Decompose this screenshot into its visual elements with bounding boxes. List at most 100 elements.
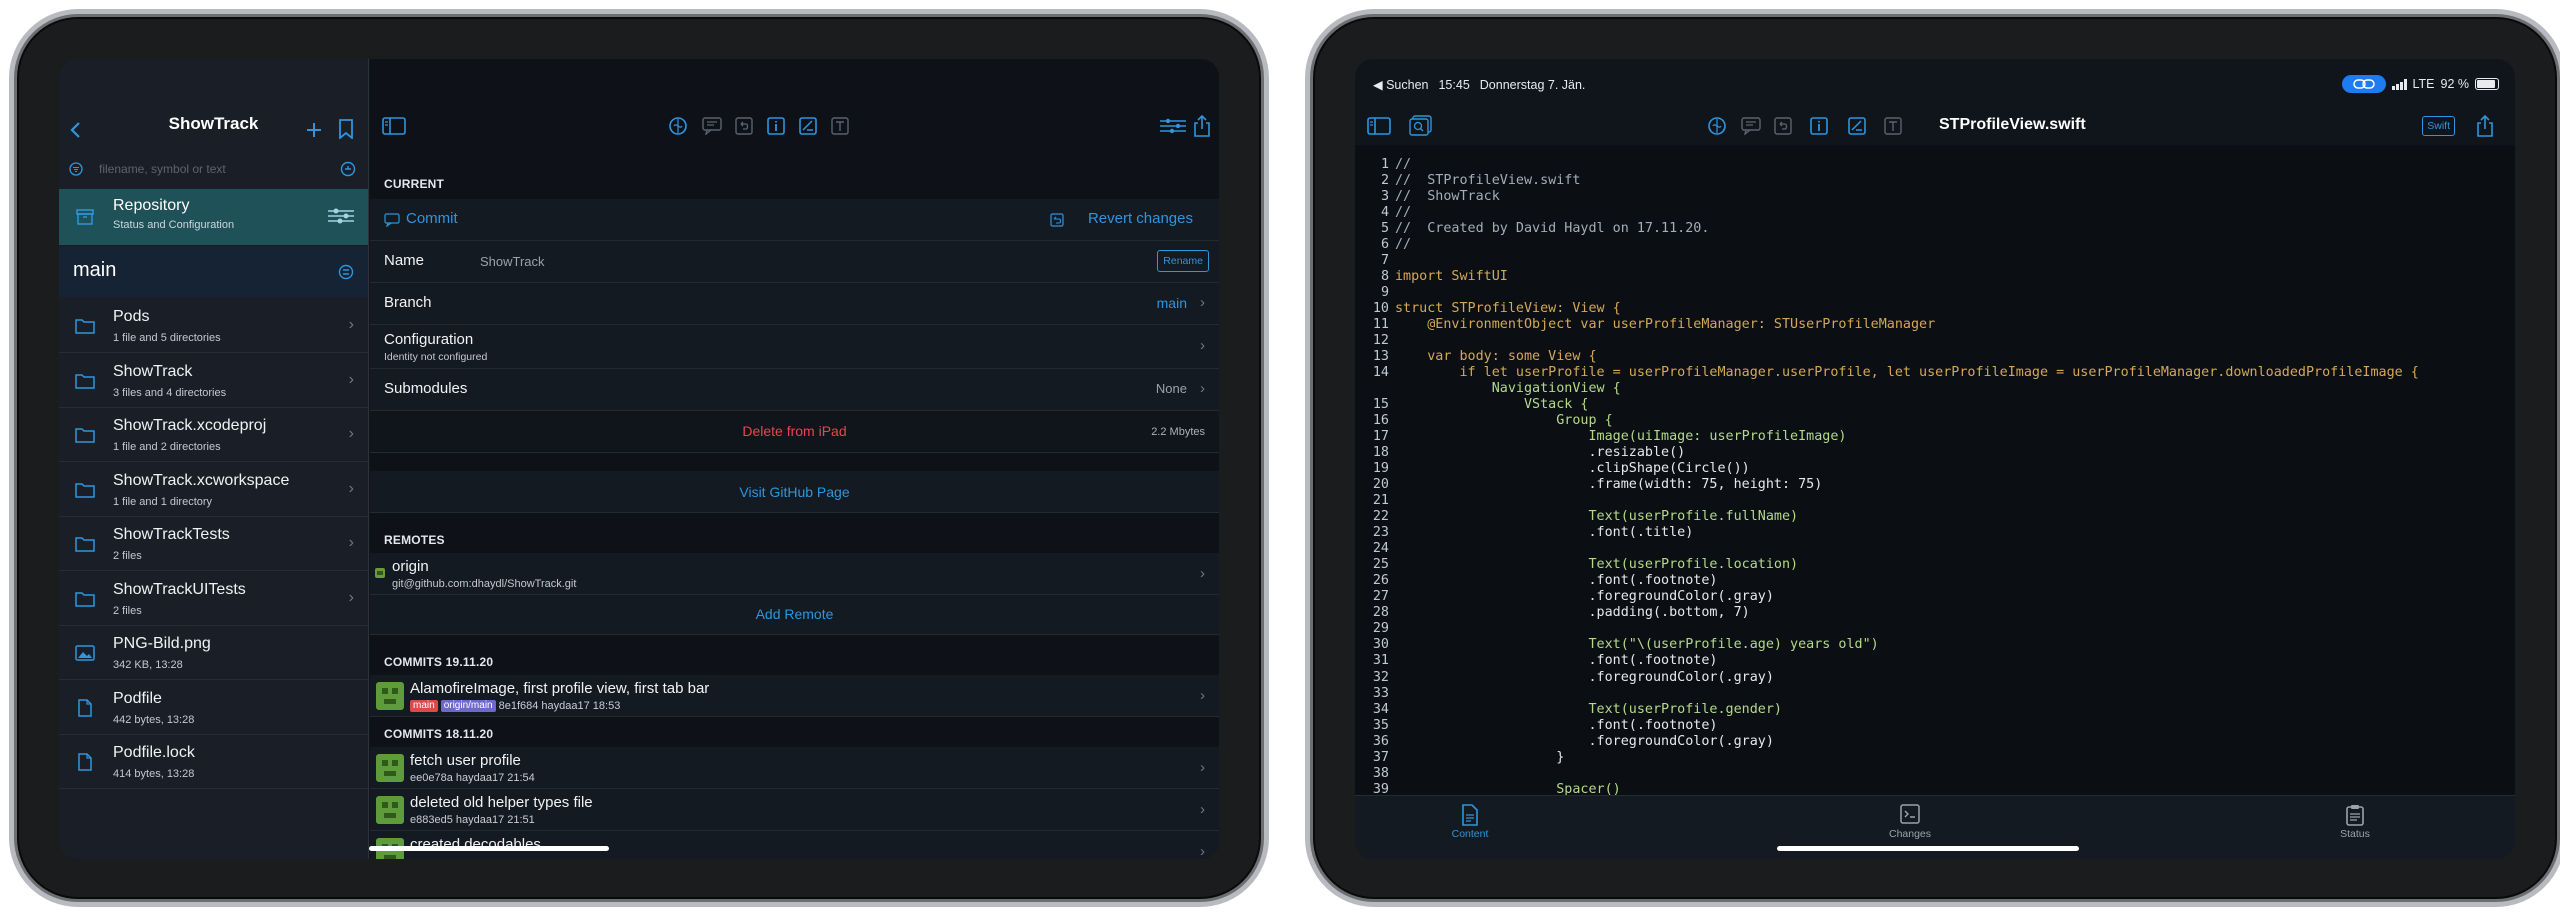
- info-icon[interactable]: [764, 115, 788, 137]
- submodules-row[interactable]: Submodules None ›: [370, 369, 1219, 411]
- sidebar-file-item[interactable]: PNG-Bild.png 342 KB, 13:28: [59, 626, 368, 680]
- branch-switch-icon[interactable]: [338, 264, 354, 280]
- chevron-right-icon: ›: [1200, 565, 1205, 582]
- share-icon[interactable]: [1190, 115, 1214, 137]
- code-line: Group {: [1395, 413, 1613, 429]
- line-number: 21: [1372, 493, 1389, 509]
- line-number: [1355, 381, 1389, 397]
- language-button[interactable]: Swift: [2422, 116, 2455, 136]
- history-icon[interactable]: [340, 161, 356, 177]
- tab-content[interactable]: Content: [1410, 804, 1530, 840]
- code-line: .padding(.bottom, 7): [1395, 605, 1750, 621]
- code-line: if let userProfile = userProfileManager.…: [1395, 365, 2419, 381]
- file-detail: 2 files: [113, 550, 142, 562]
- share-icon[interactable]: [2473, 115, 2497, 137]
- sidebar-file-item[interactable]: ShowTrack 3 files and 4 directories ›: [59, 354, 368, 408]
- sidebar-file-item[interactable]: Pods 1 file and 5 directories ›: [59, 299, 368, 353]
- add-icon[interactable]: [301, 117, 327, 143]
- code-line: VStack {: [1395, 397, 1589, 413]
- bookmark-icon[interactable]: [333, 116, 359, 142]
- brain-icon[interactable]: [666, 115, 690, 137]
- commit-row[interactable]: fetch user profile ee0e78a haydaa17 21:54…: [370, 747, 1219, 789]
- comment-icon[interactable]: [700, 115, 724, 137]
- home-indicator[interactable]: [1777, 846, 2079, 851]
- git-settings-icon[interactable]: [1158, 115, 1188, 137]
- chevron-right-icon: ›: [1200, 759, 1205, 776]
- add-remote-button[interactable]: Add Remote: [370, 606, 1219, 622]
- file-detail: 1 file and 2 directories: [113, 441, 221, 453]
- sidebar-file-item[interactable]: ShowTrackTests 2 files ›: [59, 517, 368, 571]
- search-field[interactable]: filename, symbol or text: [67, 155, 360, 183]
- code-line: .font(.footnote): [1395, 717, 1718, 733]
- chevron-right-icon: ›: [1200, 801, 1205, 818]
- search-files-icon[interactable]: [1409, 115, 1433, 137]
- file-detail: 442 bytes, 13:28: [113, 713, 195, 726]
- repository-row[interactable]: Repository Status and Configuration: [59, 189, 368, 245]
- file-name: Podfile.lock: [113, 744, 195, 761]
- code-line: .foregroundColor(.gray): [1395, 733, 1774, 749]
- commit-meta: e883ed5 haydaa17 21:51: [410, 814, 535, 826]
- file-detail: 1 file and 5 directories: [113, 332, 221, 344]
- delete-from-ipad-button[interactable]: Delete from iPad: [370, 423, 1219, 439]
- sidebar-file-item[interactable]: ShowTrack.xcodeproj 1 file and 2 director…: [59, 408, 368, 462]
- configuration-row[interactable]: Configuration Identity not configured ›: [370, 325, 1219, 369]
- folder-icon: [75, 482, 95, 498]
- info-icon[interactable]: [1807, 115, 1831, 137]
- branch-name: main: [73, 259, 117, 281]
- right-screen: ◀ Suchen 15:45 Donnerstag 7. Jän. LTE 92 % S…: [1355, 59, 2515, 859]
- comment-icon[interactable]: [1739, 115, 1763, 137]
- name-value[interactable]: ShowTrack: [480, 254, 545, 269]
- sidebar-file-item[interactable]: ShowTrackUITests 2 files ›: [59, 572, 368, 626]
- tab-changes[interactable]: Changes: [1850, 804, 1970, 840]
- code-line: Image(uiImage: userProfileImage): [1395, 429, 1847, 445]
- terminal-icon[interactable]: [1845, 115, 1869, 137]
- code-editor[interactable]: 1 2 3 4 5 6 7 8 9 10 11 12 13 14 15 16 17 18 19 20 21 22 23 24 2…: [1355, 145, 2515, 795]
- branch-row[interactable]: Branch main ›: [370, 283, 1219, 325]
- document-icon: [78, 753, 92, 771]
- branch-header[interactable]: main: [59, 247, 368, 297]
- code-line: //: [1395, 237, 1412, 253]
- commit-row[interactable]: deleted old helper types file e883ed5 hay…: [370, 789, 1219, 831]
- visit-github-button[interactable]: Visit GitHub Page: [370, 484, 1219, 500]
- line-number: 25: [1372, 557, 1389, 573]
- folder-icon: [75, 428, 95, 443]
- back-to-app-link[interactable]: ◀ Suchen: [1373, 78, 1428, 92]
- search-placeholder: filename, symbol or text: [99, 162, 226, 176]
- tab-label: Content: [1451, 828, 1489, 840]
- line-number: 39: [1372, 781, 1389, 795]
- commit-row[interactable]: AlamofireImage, first profile view, firs…: [370, 675, 1219, 717]
- code-line: //: [1395, 157, 1412, 172]
- brain-icon[interactable]: [1705, 115, 1729, 137]
- text-icon[interactable]: [1881, 115, 1905, 137]
- sidebar-file-item[interactable]: Podfile 442 bytes, 13:28: [59, 681, 368, 735]
- sidebar-toggle-icon[interactable]: [382, 115, 406, 137]
- code-content[interactable]: //// STProfileView.swift// ShowTrack////…: [1395, 157, 2419, 795]
- code-line: struct STProfileView: View {: [1395, 301, 1621, 317]
- tab-status[interactable]: Status: [2295, 804, 2415, 840]
- sidebar-file-item[interactable]: ShowTrack.xcworkspace 1 file and 1 direct…: [59, 463, 368, 517]
- terminal-icon[interactable]: [796, 115, 820, 137]
- undo-icon[interactable]: [1771, 115, 1795, 137]
- commit-meta: 8e1f684 haydaa17 18:53: [498, 700, 621, 712]
- home-indicator[interactable]: [369, 846, 609, 851]
- commit-row[interactable]: created decodables ›: [370, 831, 1219, 859]
- code-line: .resizable(): [1395, 445, 1686, 461]
- commit-button[interactable]: Commit: [406, 210, 458, 227]
- chevron-right-icon: ›: [348, 425, 354, 442]
- chevron-right-icon: ›: [1200, 687, 1205, 704]
- code-line: .font(.title): [1395, 525, 1694, 541]
- sidebar-file-item[interactable]: Podfile.lock 414 bytes, 13:28: [59, 735, 368, 789]
- text-icon[interactable]: [828, 115, 852, 137]
- undo-icon[interactable]: [732, 115, 756, 137]
- line-number: 36: [1372, 733, 1389, 749]
- rename-button[interactable]: Rename: [1157, 250, 1209, 272]
- remote-row[interactable]: origin git@github.com:dhaydl/ShowTrack.g…: [370, 553, 1219, 595]
- code-line: .font(.footnote): [1395, 573, 1718, 589]
- revert-changes-button[interactable]: Revert changes: [1088, 210, 1193, 227]
- line-number: 23: [1372, 525, 1389, 541]
- line-number: 27: [1372, 589, 1389, 605]
- chevron-right-icon: ›: [348, 534, 354, 551]
- sidebar-toggle-icon[interactable]: [1367, 115, 1391, 137]
